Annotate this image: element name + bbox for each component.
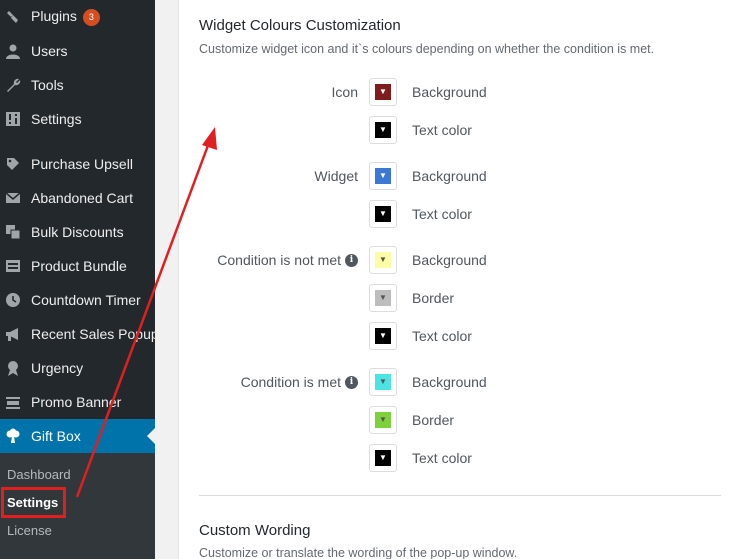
menu-label: Tools xyxy=(31,77,64,93)
plugin-icon xyxy=(4,8,22,26)
not-met-background-color-picker[interactable]: ▼ xyxy=(369,246,397,274)
admin-sidebar: Plugins 3 Users Tools Settings Purchase U… xyxy=(0,0,159,559)
info-icon[interactable]: i xyxy=(345,253,358,267)
swatch-label: Text color xyxy=(412,122,472,138)
menu-label: Gift Box xyxy=(31,428,81,444)
menu-label: Bulk Discounts xyxy=(31,224,124,240)
menu-label: Plugins xyxy=(31,8,77,25)
menu-item-settings[interactable]: Settings xyxy=(0,102,155,136)
settings-highlight-annotation xyxy=(1,487,66,518)
menu-item-recent-sales-popup[interactable]: Recent Sales Popup xyxy=(0,317,159,351)
menu-item-bulk-discounts[interactable]: Bulk Discounts xyxy=(0,215,155,249)
section-divider xyxy=(199,495,721,496)
submenu-dashboard[interactable]: Dashboard xyxy=(7,467,71,482)
group-label-icon: Icon xyxy=(331,84,358,100)
not-met-text-color-picker[interactable]: ▼ xyxy=(369,322,397,350)
menu-item-urgency[interactable]: Urgency xyxy=(0,351,155,385)
swatch-label: Text color xyxy=(412,450,472,466)
menu-item-purchase-upsell[interactable]: Purchase Upsell xyxy=(0,147,155,181)
widget-text-color-picker[interactable]: ▼ xyxy=(369,200,397,228)
menu-item-product-bundle[interactable]: Product Bundle xyxy=(0,249,155,283)
not-met-border-color-picker[interactable]: ▼ xyxy=(369,284,397,312)
widget-background-color-picker[interactable]: ▼ xyxy=(369,162,397,190)
color-swatch: ▼ xyxy=(375,374,391,390)
menu-label: Urgency xyxy=(31,360,84,376)
bundle-icon xyxy=(4,257,22,275)
menu-label: Settings xyxy=(31,111,82,127)
menu-label: Promo Banner xyxy=(31,394,122,410)
custom-wording-description: Customize or translate the wording of th… xyxy=(199,546,518,559)
icon-text-color-picker[interactable]: ▼ xyxy=(369,116,397,144)
swatch-label: Background xyxy=(412,252,487,268)
met-border-color-picker[interactable]: ▼ xyxy=(369,406,397,434)
color-swatch: ▼ xyxy=(375,328,391,344)
color-swatch: ▼ xyxy=(375,122,391,138)
met-text-color-picker[interactable]: ▼ xyxy=(369,444,397,472)
color-swatch: ▼ xyxy=(375,450,391,466)
color-swatch: ▼ xyxy=(375,206,391,222)
group-label-condition-not-met: Condition is not met i xyxy=(217,252,358,268)
update-count-badge: 3 xyxy=(82,8,100,26)
settings-icon xyxy=(4,110,22,128)
color-swatch: ▼ xyxy=(375,290,391,306)
users-icon xyxy=(4,42,22,60)
menu-label: Countdown Timer xyxy=(31,292,141,308)
menu-label: Purchase Upsell xyxy=(31,156,133,172)
menu-item-plugins[interactable]: Plugins 3 xyxy=(0,0,155,34)
menu-item-gift-box[interactable]: Gift Box xyxy=(0,419,155,453)
widget-colours-title: Widget Colours Customization xyxy=(199,17,401,34)
banner-icon xyxy=(4,393,22,411)
menu-label: Recent Sales Popup xyxy=(31,326,159,342)
swatch-label: Background xyxy=(412,374,487,390)
swatch-label: Background xyxy=(412,168,487,184)
menu-item-users[interactable]: Users xyxy=(0,34,155,68)
color-swatch: ▼ xyxy=(375,412,391,428)
envelope-icon xyxy=(4,189,22,207)
settings-panel: Widget Colours Customization Customize w… xyxy=(178,0,746,559)
menu-label: Product Bundle xyxy=(31,258,127,274)
award-icon xyxy=(4,359,22,377)
color-swatch: ▼ xyxy=(375,252,391,268)
swatch-label: Background xyxy=(412,84,487,100)
widget-colours-description: Customize widget icon and it`s colours d… xyxy=(199,42,655,56)
swatch-label: Text color xyxy=(412,328,472,344)
gift-icon xyxy=(4,427,22,445)
menu-label: Abandoned Cart xyxy=(31,190,133,206)
color-swatch: ▼ xyxy=(375,168,391,184)
clock-icon xyxy=(4,291,22,309)
tag-icon xyxy=(4,155,22,173)
menu-item-promo-banner[interactable]: Promo Banner xyxy=(0,385,155,419)
swatch-label: Border xyxy=(412,412,455,428)
menu-label: Users xyxy=(31,43,68,59)
group-label-condition-met: Condition is met i xyxy=(241,374,358,390)
group-label-widget: Widget xyxy=(314,168,358,184)
menu-item-abandoned-cart[interactable]: Abandoned Cart xyxy=(0,181,155,215)
wrench-icon xyxy=(4,76,22,94)
custom-wording-title: Custom Wording xyxy=(199,522,311,539)
submenu-license[interactable]: License xyxy=(7,523,52,538)
icon-background-color-picker[interactable]: ▼ xyxy=(369,78,397,106)
megaphone-icon xyxy=(4,325,22,343)
discount-icon xyxy=(4,223,22,241)
menu-item-countdown-timer[interactable]: Countdown Timer xyxy=(0,283,155,317)
info-icon[interactable]: i xyxy=(345,375,358,389)
color-swatch: ▼ xyxy=(375,84,391,100)
met-background-color-picker[interactable]: ▼ xyxy=(369,368,397,396)
swatch-label: Border xyxy=(412,290,455,306)
swatch-label: Text color xyxy=(412,206,472,222)
menu-item-tools[interactable]: Tools xyxy=(0,68,155,102)
